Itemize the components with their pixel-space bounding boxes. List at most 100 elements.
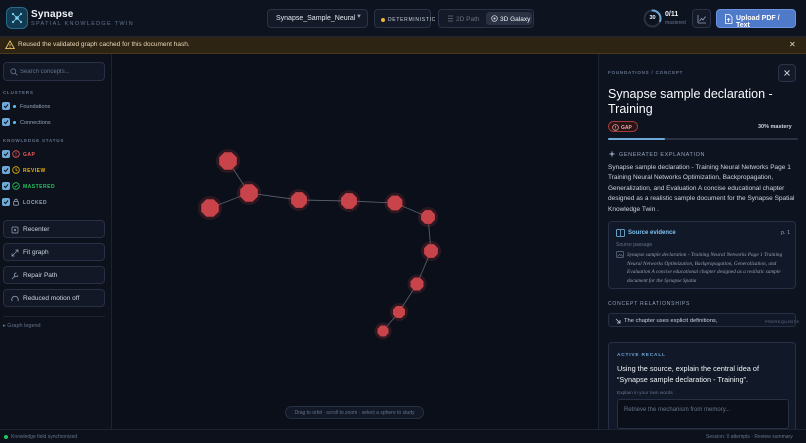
left-sidebar: CLUSTERS Foundations Connections KNOWLED… — [0, 54, 112, 429]
relationship-label: The chapter uses explicit definitions, — [624, 317, 718, 324]
app-title: Synapse — [31, 9, 74, 20]
view-toggle: 2D Path 3D Galaxy — [438, 9, 534, 28]
check-icon — [3, 184, 9, 189]
checkbox[interactable] — [2, 102, 10, 110]
concept-graph[interactable] — [113, 54, 597, 429]
checkbox[interactable] — [2, 150, 10, 158]
concept-node-sphere[interactable] — [341, 193, 357, 209]
cluster-label: Connections — [20, 119, 51, 126]
concept-node-sphere[interactable] — [219, 152, 237, 170]
concept-node-sphere[interactable] — [421, 210, 435, 224]
checkbox[interactable] — [2, 182, 10, 190]
clock-icon — [12, 166, 20, 174]
concept-node-sphere[interactable] — [410, 277, 424, 291]
concept-node-sphere[interactable] — [377, 325, 389, 337]
canvas-hint: Drag to orbit · scroll to zoom · select … — [285, 406, 424, 419]
concept-node-sphere[interactable] — [393, 306, 405, 318]
tab-2d-path[interactable]: 2D Path — [442, 12, 485, 25]
progress-ring-value: 30 — [649, 15, 656, 21]
graph-legend-toggle[interactable]: ▸ Graph legend — [3, 323, 41, 329]
checkbox[interactable] — [2, 198, 10, 206]
concept-node-sphere[interactable] — [201, 199, 219, 217]
close-panel-button[interactable] — [778, 64, 796, 82]
concept-node-sphere[interactable] — [291, 192, 307, 208]
mastered-label: mastered — [665, 20, 686, 26]
source-evidence-card: Source evidence p. 1 Source passage Syna… — [608, 221, 796, 289]
reduced-motion-button[interactable]: Reduced motion off — [3, 289, 105, 307]
recenter-button[interactable]: Recenter — [3, 220, 105, 238]
mastery-progress-bar — [608, 138, 798, 140]
mastery-progress-fill — [608, 138, 665, 140]
concept-relationships-heading: CONCEPT RELATIONSHIPS — [608, 301, 691, 307]
tab-2d-path-label: 2D Path — [456, 16, 480, 23]
session-summary: Session: 0 attempts · Review summary — [706, 434, 793, 440]
checkbox[interactable] — [2, 166, 10, 174]
upload-button[interactable]: Upload PDF / Text — [716, 9, 796, 29]
search-icon — [10, 68, 18, 76]
route-icon — [448, 15, 453, 22]
close-icon — [784, 70, 790, 76]
review-summary-link[interactable]: Review summary — [754, 434, 792, 440]
status-filter-mastered[interactable]: MASTERED — [2, 182, 102, 191]
top-bar: Synapse SPATIAL KNOWLEDGE TWIN Synapse_S… — [0, 0, 806, 37]
checkbox[interactable] — [2, 118, 10, 126]
check-icon — [3, 120, 9, 125]
deterministic-badge: DETERMINISTIC — [374, 9, 435, 28]
galaxy-canvas[interactable]: Drag to orbit · scroll to zoom · select … — [113, 54, 597, 429]
status-filter-gap[interactable]: GAP — [2, 150, 102, 159]
status-filter-review[interactable]: REVIEW — [2, 166, 102, 175]
status-filter-locked[interactable]: LOCKED — [2, 198, 102, 207]
source-passage-label: Source passage — [616, 242, 653, 248]
deterministic-label: DETERMINISTIC — [388, 17, 436, 23]
answer-input-label: Explain in your own words — [617, 391, 673, 396]
orbit-icon — [491, 15, 498, 22]
document-select-value: Synapse_Sample_Neural — [276, 15, 356, 22]
search-input[interactable] — [20, 66, 100, 78]
tab-3d-galaxy[interactable]: 3D Galaxy — [486, 12, 532, 25]
recall-answer-input[interactable] — [617, 399, 789, 429]
source-passage-text: Synapse sample declaration - Training Ne… — [627, 252, 783, 284]
document-select[interactable]: Synapse_Sample_Neural ▼ — [267, 9, 368, 28]
concept-node-sphere[interactable] — [240, 184, 258, 202]
repair-path-button[interactable]: Repair Path — [3, 266, 105, 284]
crosshair-icon — [11, 226, 19, 234]
sidebar-divider — [3, 316, 105, 317]
check-icon — [3, 200, 9, 205]
cluster-dot-icon — [13, 120, 16, 124]
neural-network-icon — [6, 7, 28, 29]
relationship-item[interactable]: The chapter uses explicit definitions, P… — [608, 313, 799, 327]
status-label-review: REVIEW — [23, 168, 46, 174]
knowledge-status-heading: KNOWLEDGE STATUS — [3, 138, 65, 143]
search-box — [3, 62, 105, 81]
pause-circle-icon — [11, 295, 19, 302]
session-attempts: Session: 0 attempts · — [706, 433, 753, 440]
status-badge: GAP — [608, 121, 638, 132]
quote-image-icon — [616, 251, 624, 258]
concept-node-sphere[interactable] — [387, 195, 403, 211]
sparkles-icon — [608, 150, 616, 158]
status-badge-label: GAP — [621, 124, 632, 131]
chevron-down-icon: ▼ — [356, 14, 362, 20]
check-icon — [3, 168, 9, 173]
tab-3d-galaxy-label: 3D Galaxy — [500, 16, 531, 23]
concept-node-sphere[interactable] — [424, 244, 438, 258]
cluster-filter-foundations[interactable]: Foundations — [2, 102, 102, 111]
fit-graph-label: Fit graph — [23, 249, 49, 256]
app-subtitle: SPATIAL KNOWLEDGE TWIN — [31, 21, 134, 27]
trend-chart-icon — [697, 14, 706, 23]
mastered-count: 0/11 — [665, 11, 679, 18]
active-recall-card: ACTIVE RECALL Using the source, explain … — [608, 342, 796, 429]
close-icon[interactable]: ✕ — [789, 40, 796, 49]
repair-path-label: Repair Path — [23, 272, 58, 279]
cache-notice-banner: Reused the validated graph cached for th… — [0, 37, 806, 54]
analytics-button[interactable] — [692, 9, 711, 28]
cluster-filter-connections[interactable]: Connections — [2, 118, 102, 127]
cluster-dot-icon — [13, 104, 16, 108]
fit-graph-button[interactable]: Fit graph — [3, 243, 105, 261]
active-recall-question: Using the source, explain the central id… — [617, 364, 759, 384]
clusters-heading: CLUSTERS — [3, 90, 34, 95]
lock-icon — [13, 198, 19, 206]
file-upload-icon — [725, 14, 733, 24]
book-open-icon — [616, 229, 625, 237]
reduced-motion-label: Reduced motion off — [23, 295, 80, 302]
